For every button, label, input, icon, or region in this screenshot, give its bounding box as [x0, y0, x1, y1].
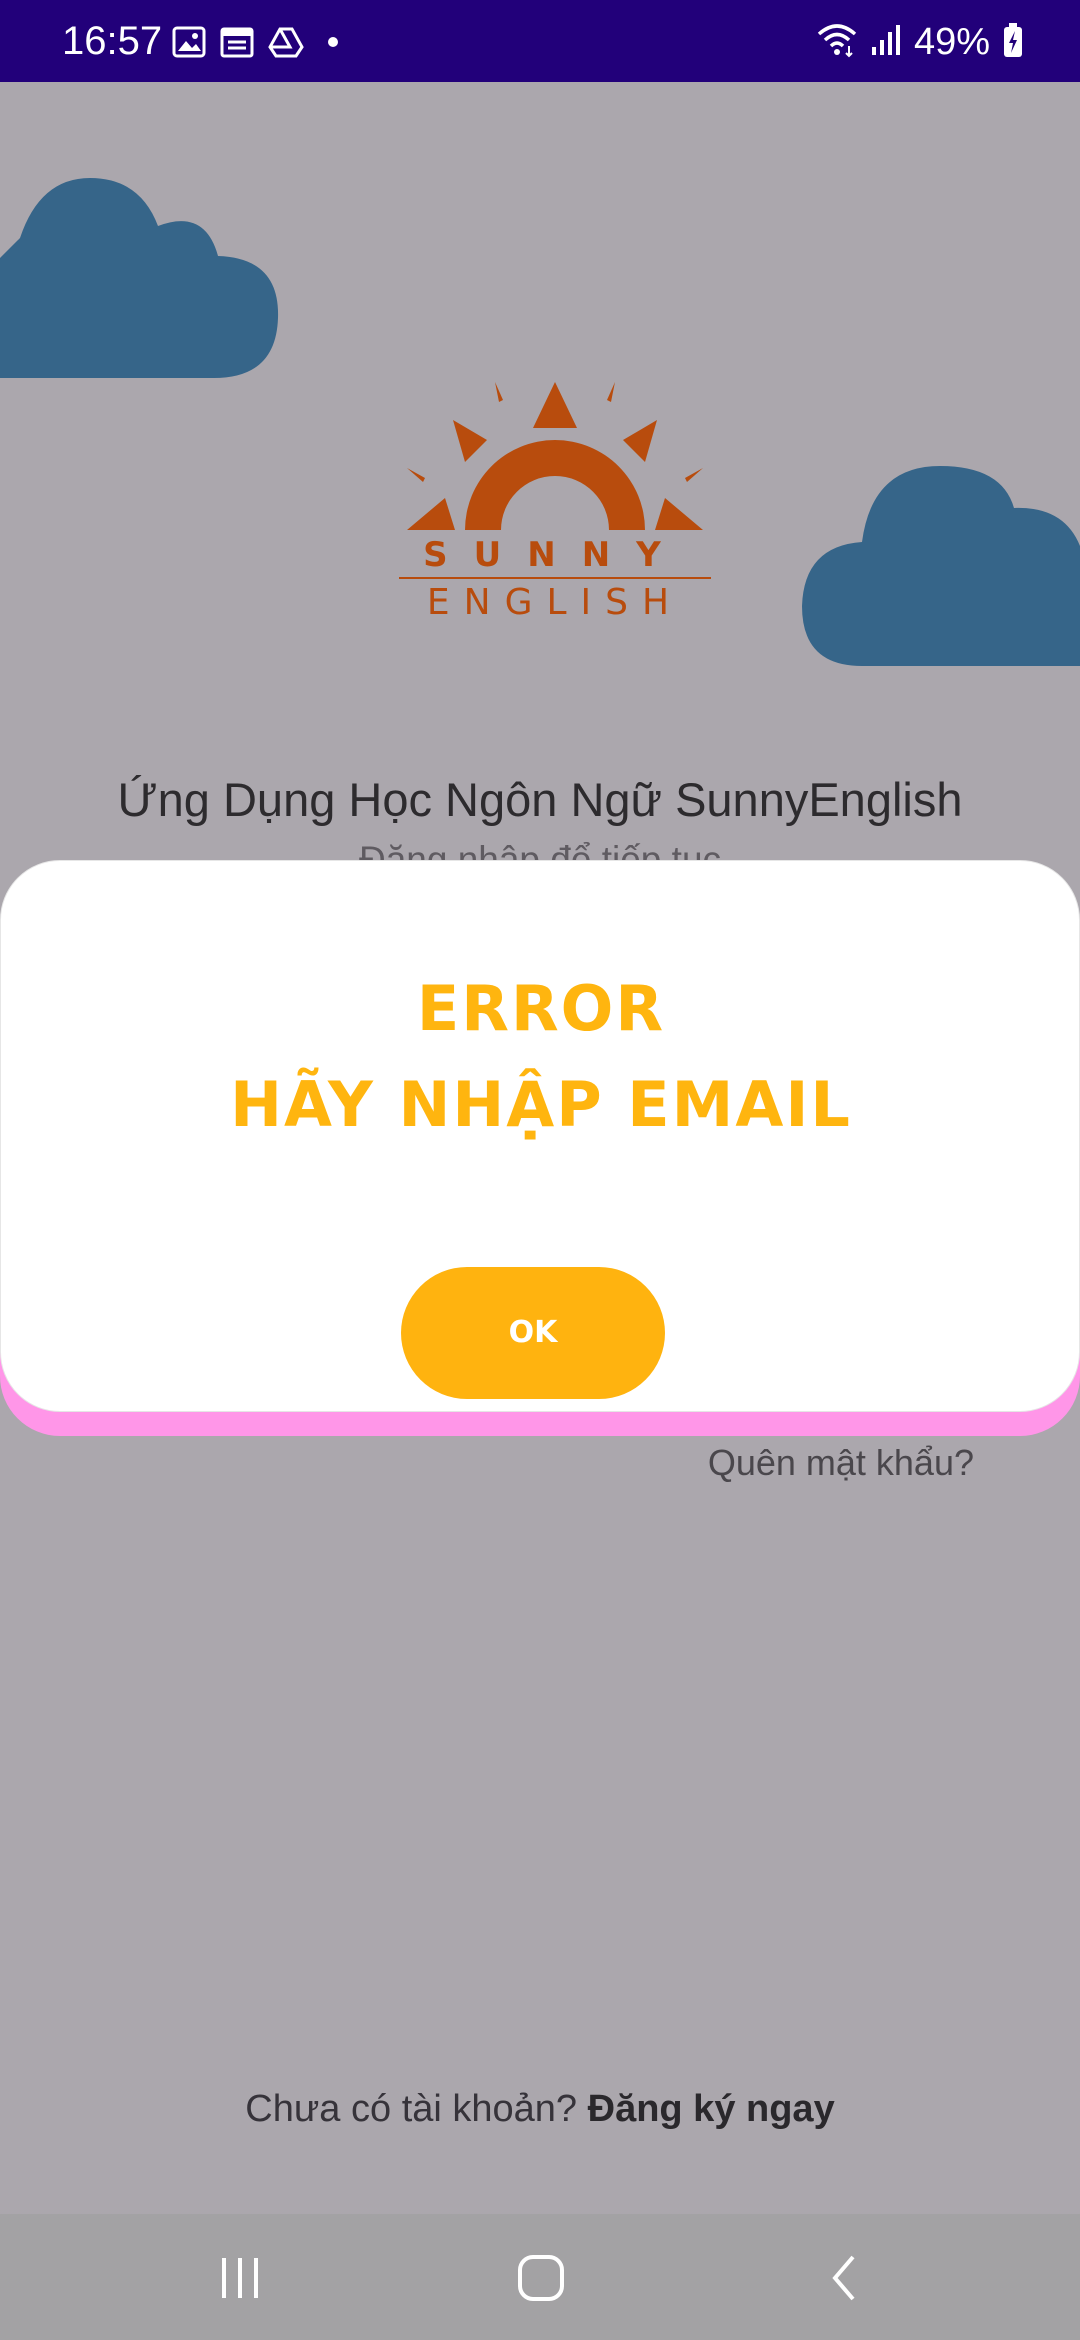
forgot-password-link[interactable]: Quên mật khẩu? [708, 1440, 974, 1486]
wifi-icon [816, 22, 858, 63]
dialog-title-error: Error [416, 972, 666, 1045]
recent-apps-button[interactable] [210, 2252, 270, 2304]
back-button[interactable] [815, 2252, 875, 2304]
signup-prompt: Chưa có tài khoản? [245, 2088, 578, 2130]
sunny-english-logo: SUNNY ENGLISH [395, 380, 715, 623]
ok-button[interactable]: OK [401, 1267, 665, 1399]
error-dialog: Error Hãy nhập email OK [0, 860, 1080, 1412]
cloud-right-decoration [802, 466, 1080, 666]
app-title: Ứng Dụng Học Ngôn Ngữ SunnyEnglish [117, 773, 963, 826]
navigation-bar [0, 2214, 1080, 2340]
home-icon [518, 2255, 564, 2301]
calendar-icon [220, 26, 254, 58]
home-button[interactable] [511, 2252, 571, 2304]
battery-charging-icon [1002, 22, 1024, 63]
signup-link[interactable]: Đăng ký ngay [588, 2088, 835, 2130]
logo-word-bottom: ENGLISH [427, 582, 683, 620]
drive-icon [268, 26, 304, 58]
recent-apps-icon [222, 2258, 258, 2298]
notification-dot [328, 37, 338, 47]
dialog-title: Error Hãy nhập email [1, 961, 1080, 1153]
signal-icon [870, 23, 902, 62]
dialog-message: Hãy nhập email [230, 1068, 852, 1141]
battery-percentage: 49% [913, 21, 990, 63]
logo-word-top: SUNNY [423, 535, 687, 575]
status-system-icons: 49% [816, 20, 1024, 64]
status-bar: 16:57 49% [0, 0, 1080, 82]
status-notification-icons [172, 22, 338, 62]
back-icon [832, 2255, 855, 2301]
image-icon [172, 26, 206, 58]
signup-row: Chưa có tài khoản? Đăng ký ngay [0, 2084, 1080, 2134]
cloud-left-decoration [0, 178, 279, 378]
status-time: 16:57 [62, 19, 163, 63]
